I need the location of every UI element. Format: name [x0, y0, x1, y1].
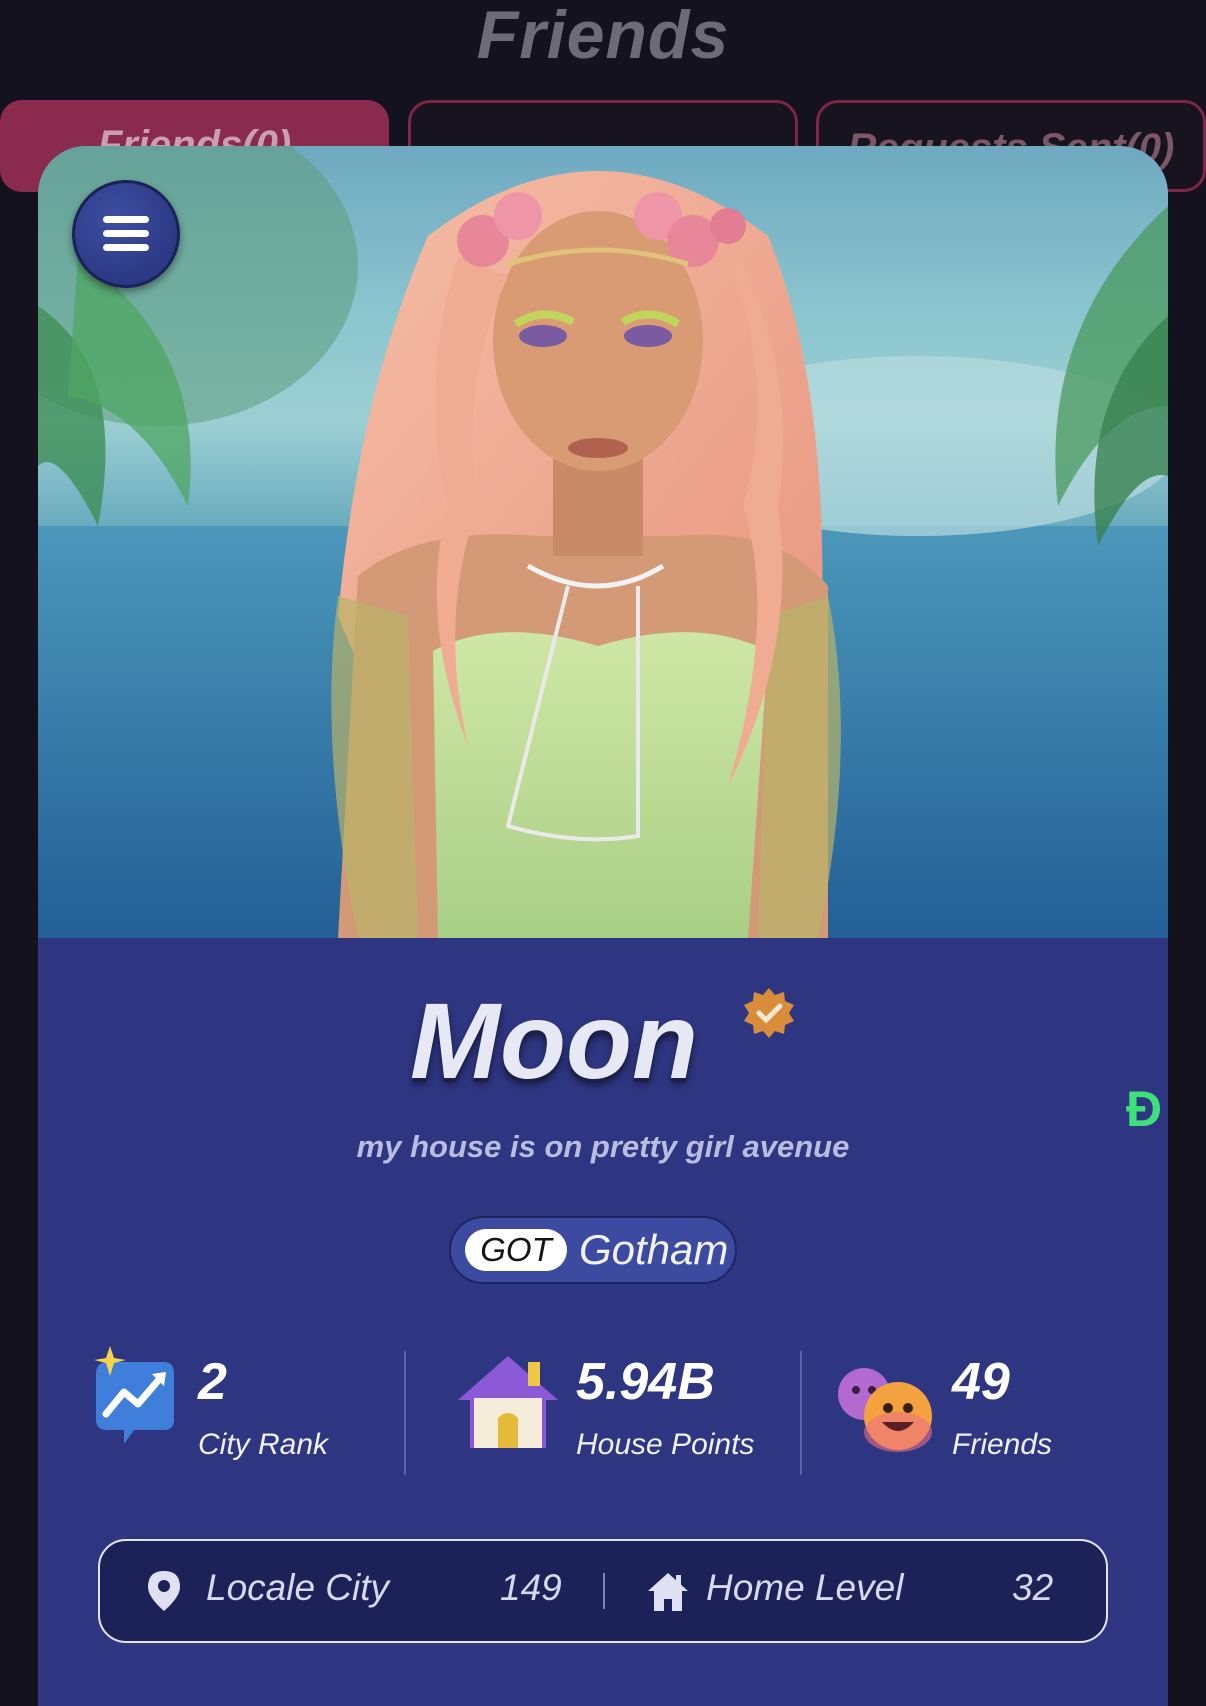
- info-divider: [603, 1573, 605, 1609]
- city-code: GOT: [465, 1229, 567, 1271]
- friends-label: Friends: [952, 1428, 1053, 1461]
- city-pill[interactable]: GOT Gotham: [449, 1216, 737, 1284]
- profile-name: Moon: [38, 978, 1168, 1103]
- stat-divider: [404, 1351, 406, 1475]
- profile-name-text: Moon: [410, 980, 698, 1101]
- trending-chart-icon: [94, 1346, 174, 1444]
- hamburger-menu-icon: [103, 216, 149, 251]
- location-pin-icon: [148, 1571, 180, 1611]
- avatar-hero: [38, 146, 1168, 938]
- info-bar: Locale City 149 Home Level 32: [98, 1539, 1108, 1643]
- locale-city-value: 149: [500, 1567, 562, 1608]
- stat-divider: [800, 1351, 802, 1475]
- profile-bio: my house is on pretty girl avenue: [356, 1129, 850, 1164]
- home-icon: [648, 1573, 688, 1611]
- smiley-faces-icon: [838, 1368, 932, 1452]
- friends-value: 49: [952, 1353, 1010, 1411]
- city-name: Gotham: [579, 1226, 729, 1273]
- menu-button[interactable]: [72, 180, 180, 288]
- home-level-value: 32: [1012, 1567, 1054, 1608]
- side-glyph: Đ: [1126, 1081, 1163, 1137]
- profile-card: Moon my house is on pretty girl avenue G…: [38, 146, 1168, 1706]
- page-title: Friends: [476, 0, 730, 73]
- house-icon: [458, 1356, 558, 1448]
- locale-city-label: Locale City: [206, 1567, 390, 1608]
- city-rank-value: 2: [198, 1353, 227, 1411]
- verified-badge-icon: [743, 988, 794, 1038]
- house-points-label: House Points: [576, 1428, 755, 1461]
- avatar-scene: [38, 146, 1168, 938]
- city-rank-label: City Rank: [198, 1428, 329, 1461]
- home-level-label: Home Level: [706, 1567, 904, 1608]
- house-points-value: 5.94B: [576, 1353, 715, 1411]
